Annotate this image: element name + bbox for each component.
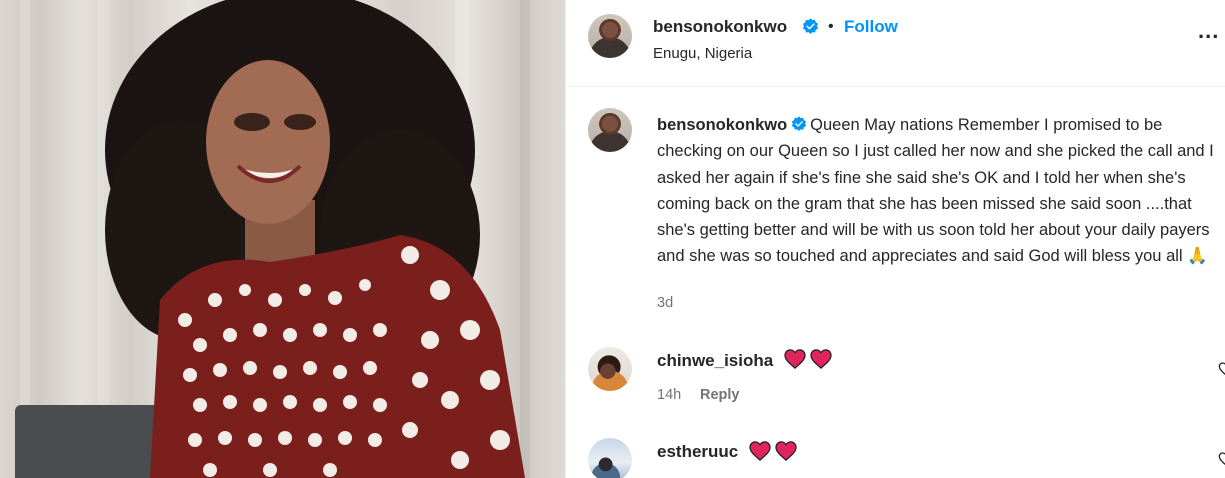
post-header: bensonokonkwo • Follow Enugu, Nigeria ..…	[566, 0, 1225, 87]
reply-button[interactable]: Reply	[700, 387, 740, 403]
post-location[interactable]: Enugu, Nigeria	[653, 45, 752, 62]
author-avatar[interactable]	[588, 14, 632, 58]
photo-of-woman-icon	[15, 0, 530, 478]
post-image[interactable]	[0, 0, 565, 478]
comment-text: ❤️❤️	[736, 440, 739, 441]
comment-username[interactable]: estheruuc	[657, 442, 738, 462]
comment-avatar[interactable]	[588, 438, 632, 478]
comment-avatar[interactable]	[588, 347, 632, 391]
comment-text: ❤️❤️	[756, 347, 759, 348]
like-heart-icon[interactable]	[1218, 361, 1225, 377]
comment-timestamp[interactable]: 14h	[657, 387, 681, 403]
author-username[interactable]: bensonokonkwo	[653, 17, 787, 37]
post-caption: bensonokonkwo Queen May nations Remember …	[657, 112, 1217, 270]
follow-button[interactable]: Follow	[844, 17, 898, 37]
like-heart-icon[interactable]	[1218, 451, 1225, 467]
caption-timestamp[interactable]: 3d	[657, 295, 673, 311]
verified-badge-icon	[792, 116, 807, 131]
red-heart-icon	[810, 349, 832, 369]
red-heart-icon	[749, 441, 771, 461]
red-heart-icon	[775, 441, 797, 461]
red-heart-icon	[784, 349, 806, 369]
separator-dot: •	[828, 18, 834, 35]
caption-text: Queen May nations Remember I promised to…	[657, 116, 1214, 266]
caption-author-avatar[interactable]	[588, 108, 632, 152]
comment-username[interactable]: chinwe_isioha	[657, 351, 773, 371]
more-options-icon[interactable]: ...	[1198, 18, 1219, 44]
caption-username[interactable]: bensonokonkwo	[657, 116, 787, 134]
verified-badge-icon	[802, 18, 819, 34]
post-details-panel: bensonokonkwo • Follow Enugu, Nigeria ..…	[565, 0, 1225, 478]
